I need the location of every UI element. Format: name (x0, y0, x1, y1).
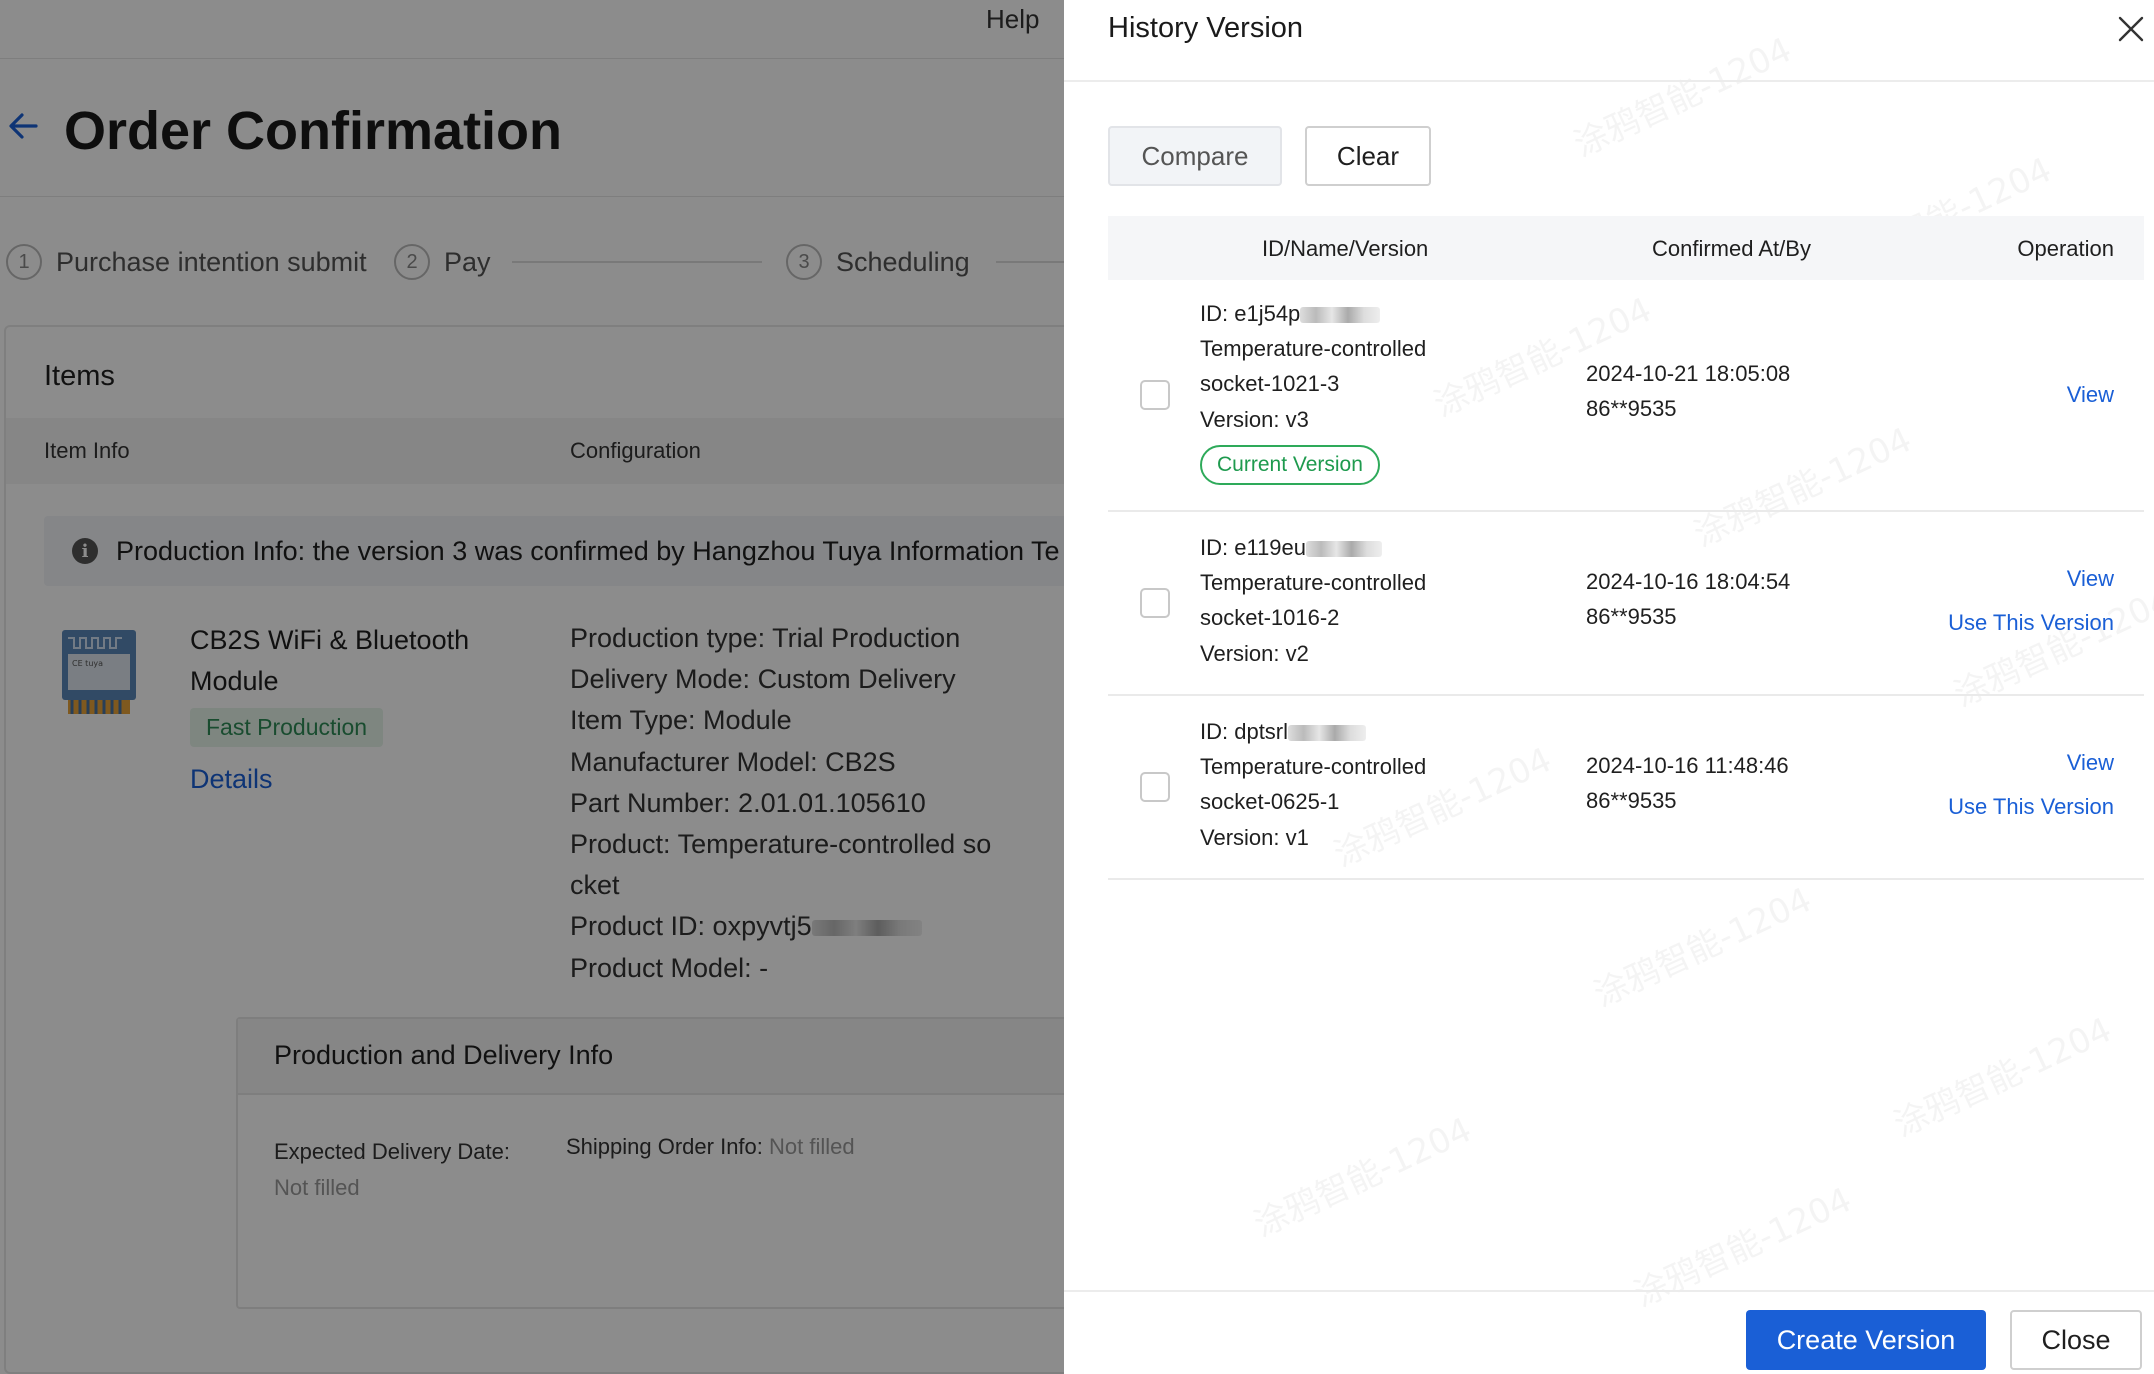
close-icon[interactable] (2116, 14, 2146, 44)
watermark: 涂鸦智能-1204 (1565, 23, 1799, 167)
version-row: ID: e1j54p Temperature-controlled socket… (1108, 280, 2144, 512)
confirmed-at: 2024-10-16 18:04:54 (1586, 569, 1791, 594)
confirmed-by: 86**9535 (1586, 604, 1677, 630)
watermark: 涂鸦智能-1204 (1245, 1103, 1479, 1247)
confirmed-by: 86**9535 (1586, 788, 1677, 814)
version-name-line: socket-1021-3 (1200, 371, 1340, 397)
use-this-version-link[interactable]: Use This Version (1948, 610, 2114, 636)
history-version-drawer: 涂鸦智能-1204 涂鸦智能-1204 涂鸦智能-1204 涂鸦智能-1204 … (1064, 0, 2154, 1374)
view-link[interactable]: View (2067, 382, 2114, 408)
use-this-version-link[interactable]: Use This Version (1948, 794, 2114, 820)
version-id: ID: e119eu (1200, 530, 1426, 565)
version-name-line: Temperature-controlled (1200, 754, 1427, 780)
divider (1064, 1290, 2154, 1292)
current-version-badge: Current Version (1200, 444, 1380, 485)
column-operation: Operation (2017, 236, 2114, 261)
version-id: ID: dptsrl (1200, 714, 1426, 749)
create-version-button[interactable]: Create Version (1746, 1310, 1986, 1370)
version-id-text: ID: e1j54p (1200, 301, 1301, 326)
redacted-blur (1300, 307, 1381, 324)
view-link[interactable]: View (2067, 750, 2114, 776)
confirmed-info: 2024-10-16 18:04:54 86**9535 (1586, 564, 1790, 634)
version-table-header: ID/Name/Version Confirmed At/By Operatio… (1108, 216, 2144, 280)
version-info: ID: e1j54p Temperature-controlled socket… (1200, 296, 1426, 485)
close-button[interactable]: Close (2010, 1310, 2142, 1370)
confirmed-info: 2024-10-16 11:48:46 86**9535 (1586, 748, 1789, 818)
watermark: 涂鸦智能-1204 (1585, 873, 1819, 1017)
version-name-line: Temperature-controlled (1200, 336, 1427, 362)
column-id-name-version: ID/Name/Version (1262, 236, 1429, 261)
view-link[interactable]: View (2067, 566, 2114, 592)
divider (1064, 80, 2154, 82)
watermark: 涂鸦智能-1204 (1625, 1173, 1859, 1317)
row-checkbox[interactable] (1140, 380, 1170, 410)
version-number: Version: v2 (1200, 640, 1309, 666)
compare-button[interactable]: Compare (1108, 126, 1282, 186)
version-name-line: Temperature-controlled (1200, 570, 1427, 596)
version-number: Version: v3 (1200, 406, 1309, 432)
version-row: ID: dptsrl Temperature-controlled socket… (1108, 696, 2144, 880)
row-checkbox[interactable] (1140, 588, 1170, 618)
version-name-line: socket-0625-1 (1200, 789, 1340, 815)
confirmed-at: 2024-10-21 18:05:08 (1586, 361, 1791, 386)
clear-button[interactable]: Clear (1305, 126, 1431, 186)
version-number: Version: v1 (1200, 824, 1309, 850)
version-id-text: ID: e119eu (1200, 535, 1307, 560)
redacted-blur (1306, 541, 1383, 558)
version-id-text: ID: dptsrl (1200, 719, 1289, 744)
row-checkbox[interactable] (1140, 772, 1170, 802)
column-confirmed: Confirmed At/By (1652, 236, 1811, 261)
version-info: ID: dptsrl Temperature-controlled socket… (1200, 714, 1426, 855)
version-row: ID: e119eu Temperature-controlled socket… (1108, 512, 2144, 696)
watermark: 涂鸦智能-1204 (1885, 1003, 2119, 1147)
version-name-line: socket-1016-2 (1200, 605, 1340, 631)
drawer-title: History Version (1108, 12, 1304, 44)
redacted-blur (1288, 725, 1367, 742)
confirmed-at: 2024-10-16 11:48:46 (1586, 753, 1789, 778)
confirmed-info: 2024-10-21 18:05:08 86**9535 (1586, 356, 1790, 426)
version-info: ID: e119eu Temperature-controlled socket… (1200, 530, 1426, 671)
confirmed-by: 86**9535 (1586, 396, 1677, 422)
version-id: ID: e1j54p (1200, 296, 1426, 331)
